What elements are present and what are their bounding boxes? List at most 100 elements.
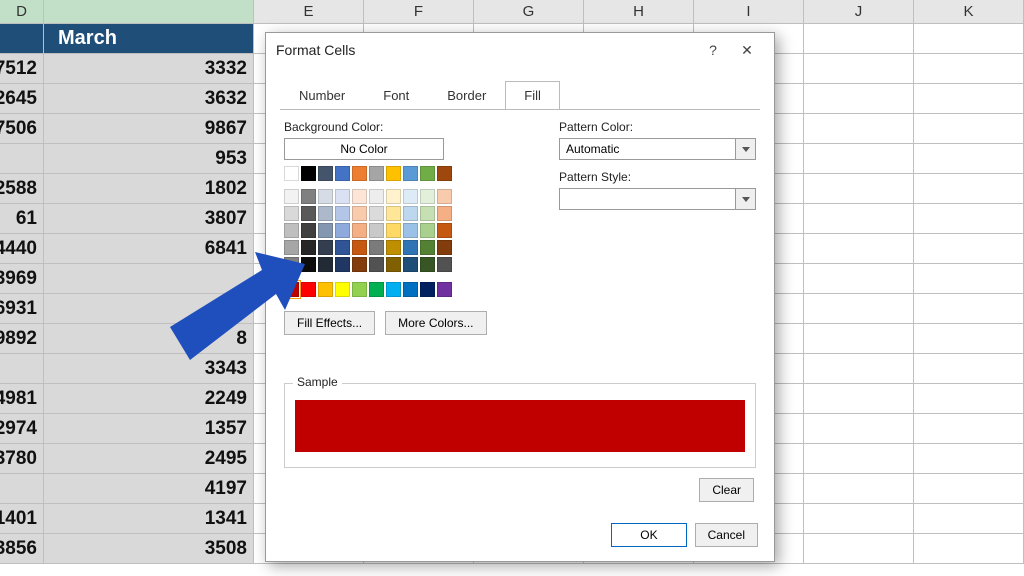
cell-e[interactable]: 1802	[44, 174, 254, 204]
col-header-i[interactable]: I	[694, 0, 804, 23]
cell-d[interactable]	[0, 144, 44, 174]
color-swatch[interactable]	[352, 166, 367, 181]
cell-d[interactable]: 2588	[0, 174, 44, 204]
cell-header-march[interactable]: March	[44, 24, 254, 54]
color-swatch[interactable]	[318, 282, 333, 297]
color-swatch[interactable]	[335, 166, 350, 181]
clear-button[interactable]: Clear	[699, 478, 754, 502]
cell-header-d[interactable]	[0, 24, 44, 54]
cell-e[interactable]: 2495	[44, 444, 254, 474]
cell-e[interactable]: 8	[44, 324, 254, 354]
close-button[interactable]: ✕	[730, 36, 764, 64]
cell-d[interactable]: 4440	[0, 234, 44, 264]
color-swatch[interactable]	[301, 240, 316, 255]
cell-blank[interactable]	[804, 174, 914, 204]
color-swatch[interactable]	[437, 166, 452, 181]
color-swatch[interactable]	[420, 257, 435, 272]
color-swatch[interactable]	[352, 240, 367, 255]
color-swatch[interactable]	[335, 206, 350, 221]
color-swatch[interactable]	[352, 206, 367, 221]
col-header-e-gutter[interactable]	[44, 0, 254, 23]
cell-e[interactable]: 9867	[44, 114, 254, 144]
cell-blank[interactable]	[804, 84, 914, 114]
color-swatch[interactable]	[301, 206, 316, 221]
cell-e[interactable]: 1341	[44, 504, 254, 534]
color-swatch[interactable]	[369, 206, 384, 221]
cell-blank[interactable]	[804, 234, 914, 264]
color-swatch[interactable]	[386, 240, 401, 255]
cell-d[interactable]: 3856	[0, 534, 44, 564]
cell-blank[interactable]	[804, 354, 914, 384]
more-colors-button[interactable]: More Colors...	[385, 311, 486, 335]
cell-blank[interactable]	[804, 384, 914, 414]
pattern-style-chevron[interactable]	[736, 188, 756, 210]
col-header-e[interactable]: E	[254, 0, 364, 23]
color-swatch[interactable]	[284, 240, 299, 255]
cell-blank[interactable]	[914, 504, 1024, 534]
color-swatch[interactable]	[335, 189, 350, 204]
cell-blank[interactable]	[804, 474, 914, 504]
cell-d[interactable]	[0, 474, 44, 504]
color-swatch[interactable]	[403, 189, 418, 204]
color-swatch[interactable]	[301, 166, 316, 181]
color-swatch[interactable]	[301, 282, 316, 297]
tab-border[interactable]: Border	[428, 81, 505, 110]
color-swatch[interactable]	[420, 240, 435, 255]
cell-e[interactable]: 3807	[44, 204, 254, 234]
cell-blank[interactable]	[914, 534, 1024, 564]
cell-d[interactable]: 61	[0, 204, 44, 234]
color-swatch[interactable]	[420, 206, 435, 221]
cell-blank[interactable]	[804, 204, 914, 234]
cell-e[interactable]: 282	[44, 294, 254, 324]
color-swatch[interactable]	[386, 189, 401, 204]
color-swatch[interactable]	[386, 223, 401, 238]
color-swatch[interactable]	[352, 257, 367, 272]
cell-blank[interactable]	[804, 24, 914, 54]
color-swatch[interactable]	[284, 166, 299, 181]
color-swatch[interactable]	[369, 166, 384, 181]
color-swatch[interactable]	[403, 166, 418, 181]
no-color-button[interactable]: No Color	[284, 138, 444, 160]
cell-blank[interactable]	[804, 504, 914, 534]
cell-d[interactable]: 7512	[0, 54, 44, 84]
cell-e[interactable]: 3632	[44, 84, 254, 114]
color-swatch[interactable]	[403, 223, 418, 238]
color-swatch[interactable]	[284, 257, 299, 272]
color-swatch[interactable]	[284, 206, 299, 221]
color-swatch[interactable]	[369, 189, 384, 204]
color-swatch[interactable]	[386, 282, 401, 297]
color-swatch[interactable]	[437, 240, 452, 255]
color-swatch[interactable]	[318, 189, 333, 204]
cell-d[interactable]: 4981	[0, 384, 44, 414]
col-header-f[interactable]: F	[364, 0, 474, 23]
color-swatch[interactable]	[284, 189, 299, 204]
col-header-g[interactable]: G	[474, 0, 584, 23]
cell-e[interactable]: 3343	[44, 354, 254, 384]
cell-blank[interactable]	[914, 24, 1024, 54]
col-header-h[interactable]: H	[584, 0, 694, 23]
color-swatch[interactable]	[335, 240, 350, 255]
color-swatch[interactable]	[437, 257, 452, 272]
color-swatch[interactable]	[335, 257, 350, 272]
color-swatch[interactable]	[369, 240, 384, 255]
cell-blank[interactable]	[804, 144, 914, 174]
color-swatch[interactable]	[420, 166, 435, 181]
color-swatch[interactable]	[437, 206, 452, 221]
cell-d[interactable]: 9892	[0, 324, 44, 354]
color-swatch[interactable]	[403, 206, 418, 221]
cell-blank[interactable]	[914, 174, 1024, 204]
cell-d[interactable]: 7506	[0, 114, 44, 144]
tab-font[interactable]: Font	[364, 81, 428, 110]
color-swatch[interactable]	[284, 223, 299, 238]
color-swatch[interactable]	[352, 282, 367, 297]
pattern-color-chevron[interactable]	[736, 138, 756, 160]
cell-blank[interactable]	[804, 264, 914, 294]
col-header-k[interactable]: K	[914, 0, 1024, 23]
color-swatch[interactable]	[318, 206, 333, 221]
cancel-button[interactable]: Cancel	[695, 523, 758, 547]
color-swatch[interactable]	[369, 282, 384, 297]
color-swatch[interactable]	[318, 223, 333, 238]
fill-effects-button[interactable]: Fill Effects...	[284, 311, 375, 335]
cell-blank[interactable]	[914, 354, 1024, 384]
color-swatch[interactable]	[301, 189, 316, 204]
